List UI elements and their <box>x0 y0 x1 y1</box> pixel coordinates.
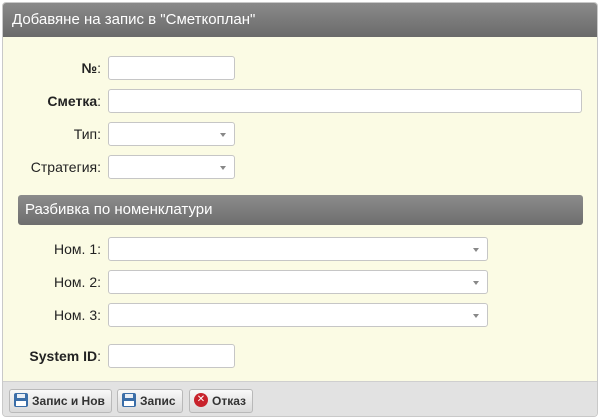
system-id-label: System ID: <box>29 348 101 364</box>
account-label: Сметка: <box>47 93 101 109</box>
chevron-down-icon <box>220 166 226 170</box>
dialog-footer: Запис и Нов Запис ✕ Отказ <box>3 381 597 416</box>
number-label-row: №: <box>3 56 102 80</box>
cancel-icon: ✕ <box>194 393 208 407</box>
number-label: №: <box>81 60 102 76</box>
type-select[interactable] <box>108 122 235 146</box>
nomenclature-section-header: Разбивка по номенклатури <box>18 195 583 225</box>
nom2-select[interactable] <box>108 270 488 294</box>
save-label: Запис <box>140 394 176 408</box>
cancel-label: Отказ <box>212 394 247 408</box>
save-and-new-label: Запис и Нов <box>32 394 105 408</box>
chevron-down-icon <box>473 281 479 285</box>
account-label-row: Сметка: <box>3 89 101 113</box>
chevron-down-icon <box>220 133 226 137</box>
nom3-label: Ном. 3: <box>54 307 101 323</box>
chevron-down-icon <box>473 314 479 318</box>
type-label: Тип: <box>73 126 101 142</box>
floppy-disk-icon <box>122 393 136 407</box>
nom3-label-row: Ном. 3: <box>3 303 101 327</box>
type-label-row: Тип: <box>3 122 101 146</box>
system-id-label-row: System ID: <box>3 344 101 368</box>
system-id-input[interactable] <box>108 344 235 368</box>
floppy-disk-icon <box>14 393 28 407</box>
number-input[interactable] <box>108 56 235 80</box>
nom3-select[interactable] <box>108 303 488 327</box>
nom1-select[interactable] <box>108 237 488 261</box>
nom1-label-row: Ном. 1: <box>3 237 101 261</box>
nom2-label: Ном. 2: <box>54 274 101 290</box>
chevron-down-icon <box>473 248 479 252</box>
account-input[interactable] <box>108 89 582 113</box>
nom2-label-row: Ном. 2: <box>3 270 101 294</box>
nom1-label: Ном. 1: <box>54 241 101 257</box>
strategy-label: Стратегия: <box>30 159 101 175</box>
strategy-select[interactable] <box>108 155 235 179</box>
strategy-label-row: Стратегия: <box>3 155 101 179</box>
save-button[interactable]: Запис <box>117 389 183 413</box>
dialog-title: Добавяне на запис в "Сметкоплан" <box>3 3 597 37</box>
save-and-new-button[interactable]: Запис и Нов <box>9 389 112 413</box>
add-record-dialog: Добавяне на запис в "Сметкоплан" №: Смет… <box>2 2 598 417</box>
cancel-button[interactable]: ✕ Отказ <box>189 389 254 413</box>
